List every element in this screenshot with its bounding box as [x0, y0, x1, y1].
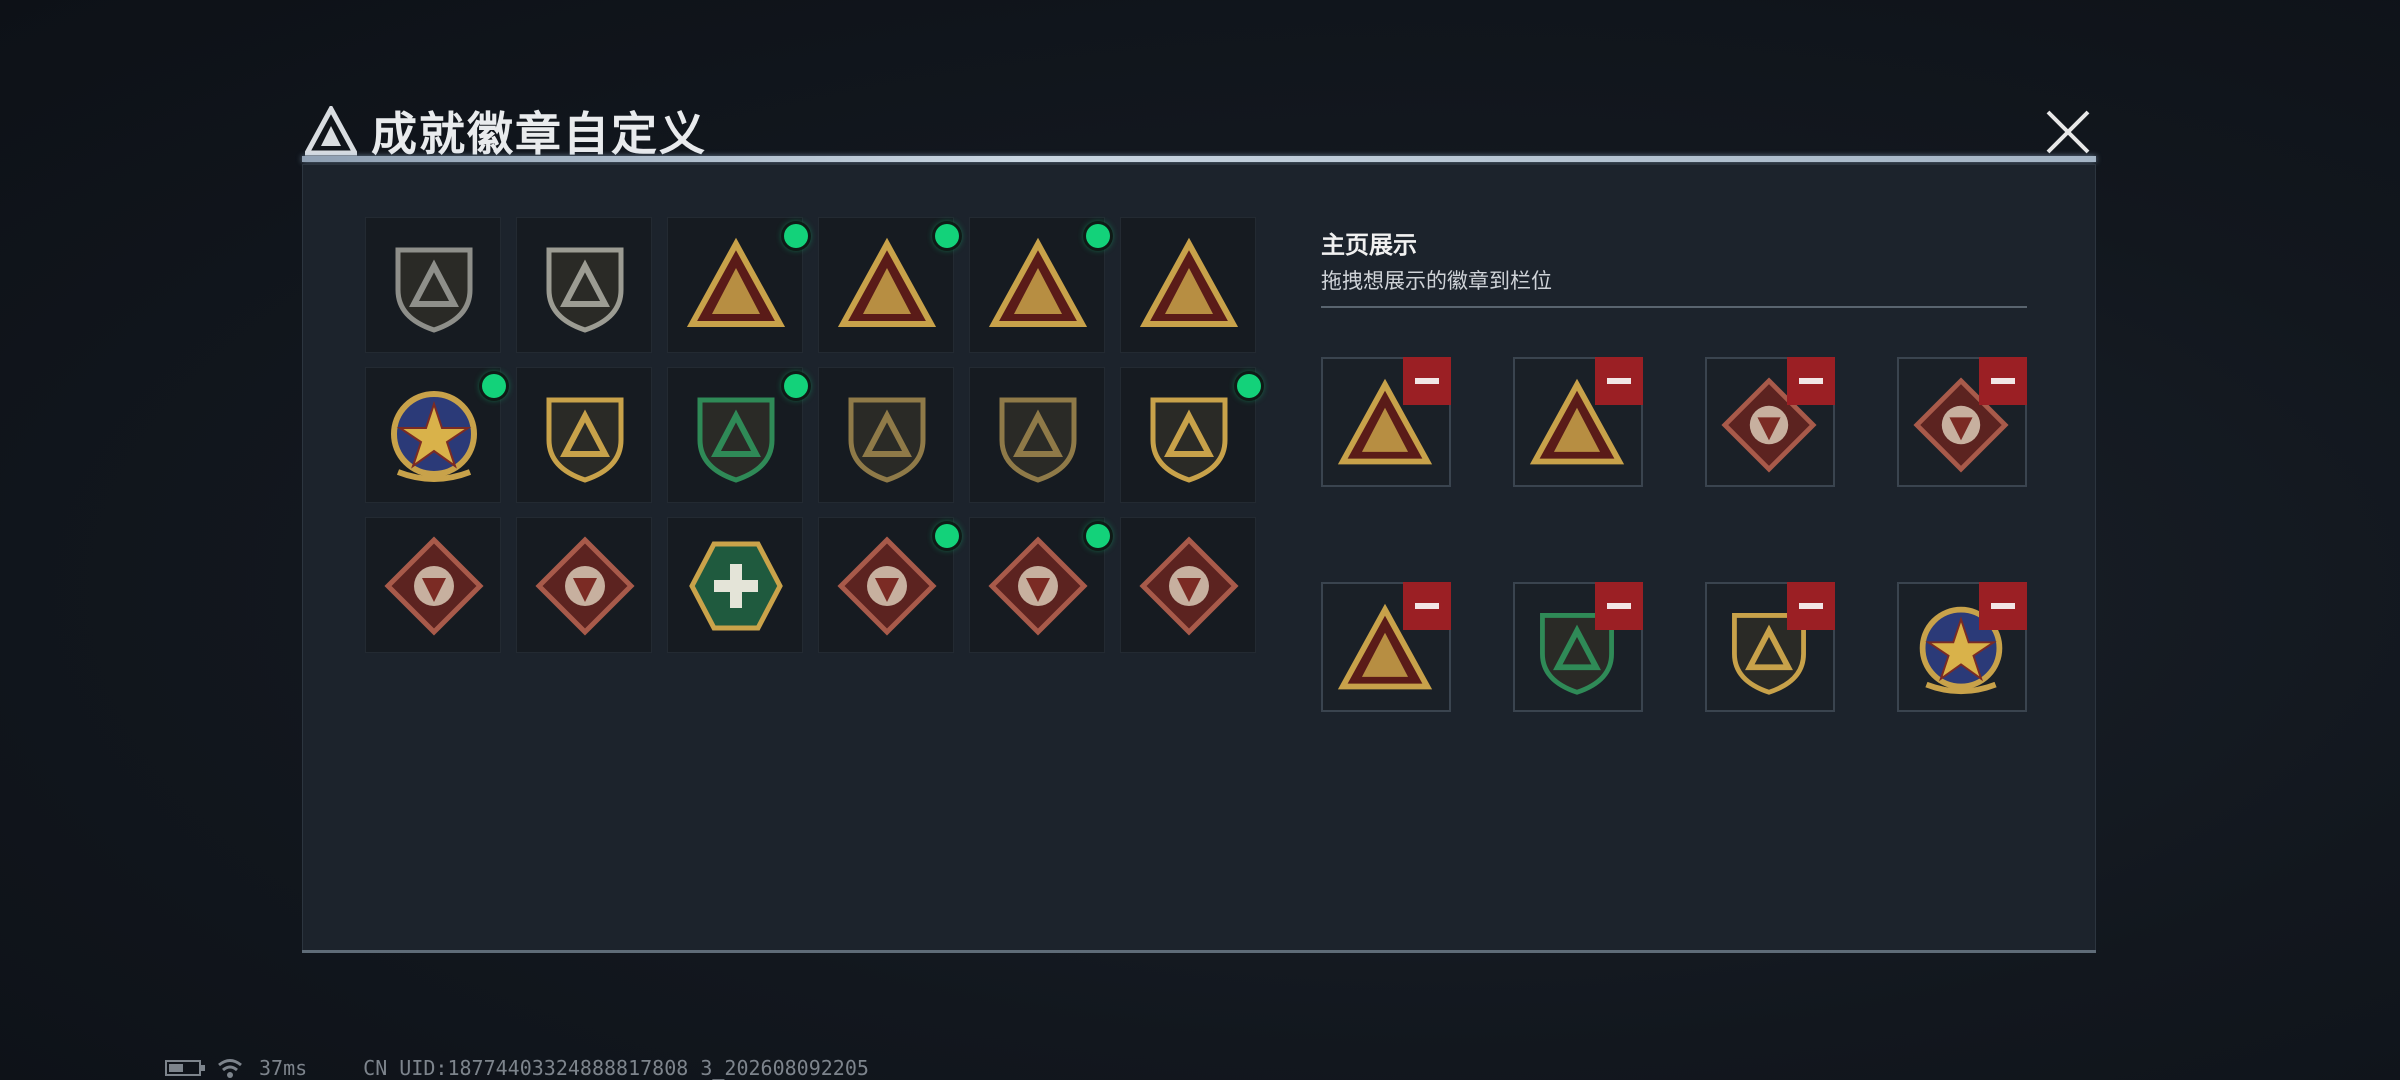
showcase-subtitle: 拖拽想展示的徽章到栏位 — [1321, 270, 1552, 293]
shield-triangle-icon — [395, 247, 473, 333]
diamond-beret-icon — [697, 397, 775, 483]
badge-grid — [365, 217, 1261, 653]
triangle-logo-icon — [305, 106, 357, 156]
runner-diamond-icon — [1139, 536, 1239, 636]
selected-indicator-dot — [1086, 524, 1110, 548]
badge-slot[interactable] — [818, 217, 959, 353]
anchor-crest-icon — [1150, 397, 1228, 483]
ping-text: 37ms — [259, 1056, 308, 1080]
dialog-title: 成就徽章自定义 — [371, 108, 707, 160]
background-text — [170, 30, 181, 73]
dragon-diamond-icon — [988, 536, 1088, 636]
showcase-slot[interactable] — [1513, 357, 1643, 487]
badge-slot[interactable] — [1120, 517, 1256, 653]
badge-slot[interactable] — [969, 217, 1110, 353]
rifle-shield-icon — [999, 397, 1077, 483]
wing-shield-icon — [546, 397, 624, 483]
wifi-icon — [218, 1059, 242, 1078]
badge-panel: 主页展示 拖拽想展示的徽章到栏位 — [302, 164, 2096, 952]
minus-icon[interactable] — [1595, 582, 1643, 630]
showcase-slot[interactable] — [1705, 582, 1835, 712]
badge-slot[interactable] — [969, 367, 1105, 503]
minus-icon[interactable] — [1787, 357, 1835, 405]
badge-slot[interactable] — [818, 517, 959, 653]
minus-icon[interactable] — [1979, 357, 2027, 405]
selected-indicator-dot — [1237, 374, 1261, 398]
showcase-slot[interactable] — [1897, 582, 2027, 712]
badge-slot[interactable] — [1120, 367, 1261, 503]
minus-icon[interactable] — [1787, 582, 1835, 630]
badge-slot[interactable] — [969, 517, 1110, 653]
helicopter-icon — [546, 247, 624, 333]
showcase-slots — [1321, 357, 2027, 712]
badge-slot[interactable] — [667, 217, 808, 353]
uid-text: CN UID:18774403324888817808 3_2026080922… — [363, 1056, 869, 1080]
badge-slot[interactable] — [516, 367, 652, 503]
tower-triangle-icon — [988, 237, 1088, 327]
wolf-diamond-icon — [384, 536, 484, 636]
medic-hexagon-icon — [689, 541, 783, 631]
minus-icon[interactable] — [1403, 582, 1451, 630]
soldiers-triangle-icon — [1139, 237, 1239, 327]
selected-indicator-dot — [935, 524, 959, 548]
showcase-divider — [1321, 306, 2027, 308]
header-divider — [302, 156, 2096, 162]
star-medal-icon — [391, 391, 477, 482]
rifle-shield-icon — [848, 397, 926, 483]
status-bar: 37ms CN UID:18774403324888817808 3_20260… — [165, 1056, 869, 1080]
showcase-slot[interactable] — [1513, 582, 1643, 712]
selected-indicator-dot — [1086, 224, 1110, 248]
minus-icon[interactable] — [1595, 357, 1643, 405]
showcase-slot[interactable] — [1321, 357, 1451, 487]
badge-slot[interactable] — [365, 367, 506, 503]
selected-indicator-dot — [935, 224, 959, 248]
showcase-slot[interactable] — [1705, 357, 1835, 487]
dialog-header: 成就徽章自定义 — [305, 98, 707, 164]
close-icon[interactable] — [2040, 104, 2096, 160]
showcase-slot[interactable] — [1897, 357, 2027, 487]
badge-slot[interactable] — [667, 517, 803, 653]
badge-slot[interactable] — [818, 367, 954, 503]
number-one-triangle-icon — [837, 237, 937, 327]
battery-icon — [165, 1060, 205, 1076]
badge-slot[interactable] — [365, 517, 501, 653]
showcase-title: 主页展示 — [1321, 232, 1417, 259]
badge-slot[interactable] — [516, 517, 652, 653]
panel-bottom-border — [302, 950, 2096, 953]
badge-slot[interactable] — [516, 217, 652, 353]
wolf-diamond-icon — [535, 536, 635, 636]
selected-indicator-dot — [482, 374, 506, 398]
showcase-slot[interactable] — [1321, 582, 1451, 712]
minus-icon[interactable] — [1979, 582, 2027, 630]
minus-icon[interactable] — [1403, 357, 1451, 405]
selected-indicator-dot — [784, 224, 808, 248]
badge-slot[interactable] — [365, 217, 501, 353]
badge-slot[interactable] — [1120, 217, 1256, 353]
dragon-diamond-icon — [837, 536, 937, 636]
badge-slot[interactable] — [667, 367, 808, 503]
selected-indicator-dot — [784, 374, 808, 398]
boat-triangle-icon — [686, 237, 786, 327]
